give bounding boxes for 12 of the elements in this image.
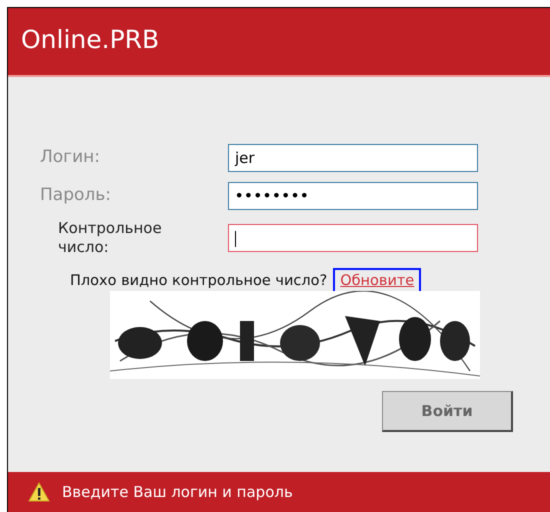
- login-button[interactable]: Войти: [382, 391, 513, 432]
- field-label: Пароль:: [40, 185, 112, 207]
- text-cursor: [235, 231, 236, 247]
- app-title: Online.PRB: [21, 25, 160, 54]
- status-message: Введите Ваш логин и пароль: [62, 483, 293, 501]
- input-field[interactable]: jer: [228, 144, 478, 172]
- captcha-hint: Плохо видно контрольное число?: [70, 273, 328, 289]
- warning-icon: [28, 482, 50, 502]
- input-field[interactable]: ••••••••: [228, 182, 478, 210]
- field-label: Контрольное число:: [58, 219, 163, 257]
- field-label: Логин:: [40, 147, 102, 169]
- input-field[interactable]: [228, 224, 478, 252]
